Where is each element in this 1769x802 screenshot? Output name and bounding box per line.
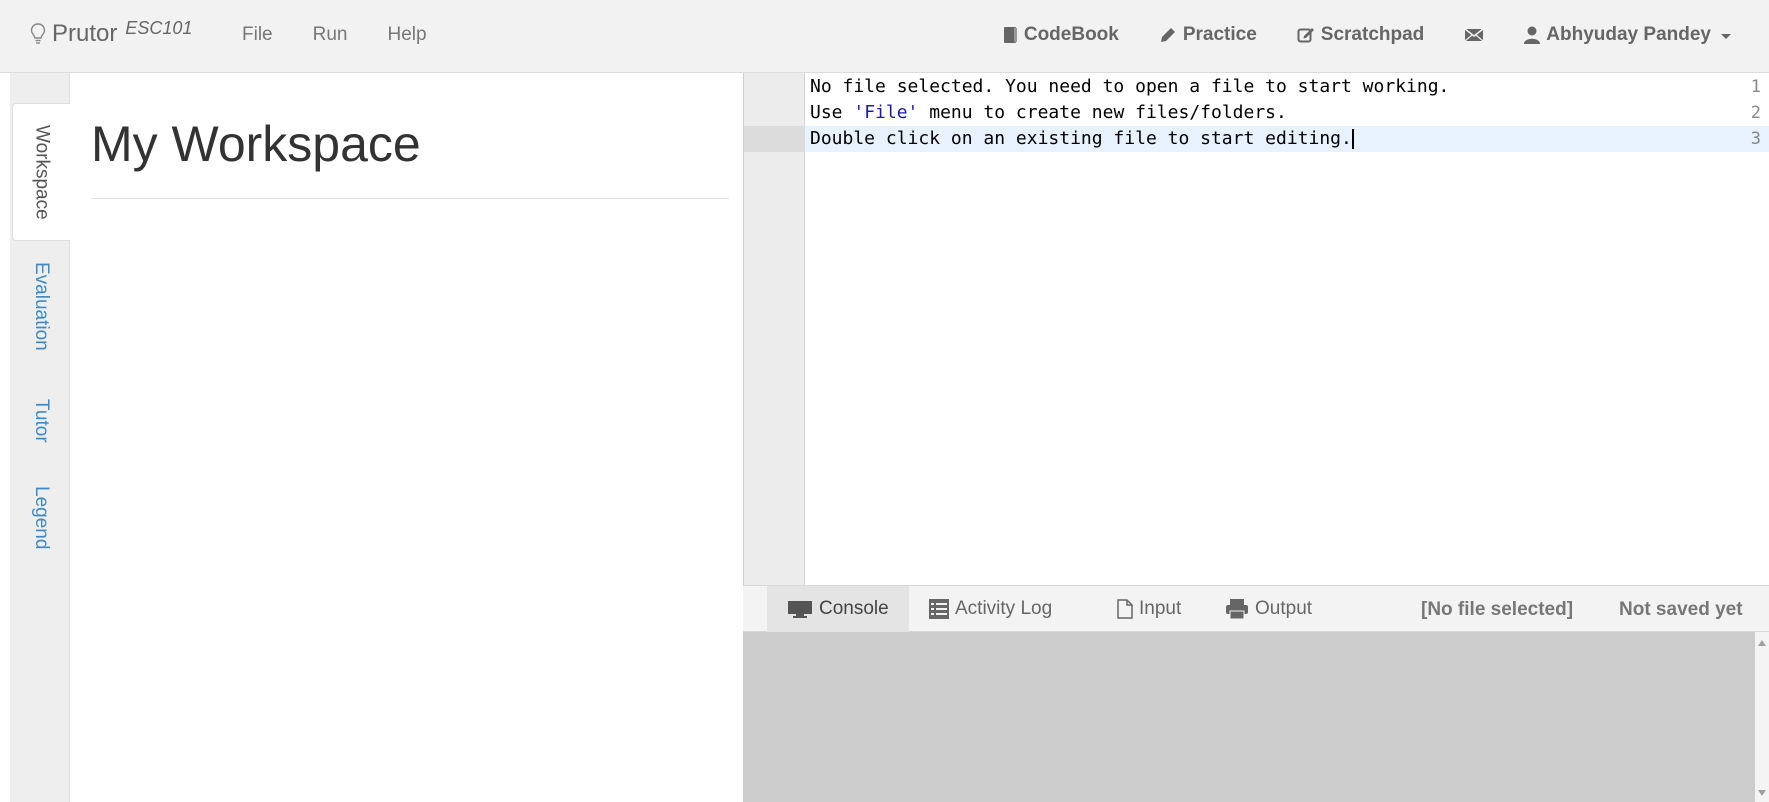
scratchpad-label: Scratchpad: [1320, 24, 1425, 45]
scroll-down-arrow-icon[interactable]: [1758, 790, 1766, 796]
tab-legend-label: Legend: [31, 486, 52, 550]
tab-activity-log[interactable]: Activity Log: [909, 586, 1072, 632]
console-scrollbar[interactable]: [1755, 632, 1769, 802]
bottom-panel-tabs: Console Activity Log Input Output [No fi…: [743, 585, 1769, 632]
tab-tutor[interactable]: Tutor: [12, 391, 70, 451]
pencil-icon: [1160, 28, 1175, 42]
tab-activity-log-label: Activity Log: [955, 598, 1053, 619]
code-line-3[interactable]: Double click on an existing file to star…: [810, 126, 1354, 152]
top-navbar: Prutor ESC101 File Run Help CodeBook Pra…: [0, 0, 1769, 73]
code-text: Double click on an existing file to star…: [810, 128, 1352, 149]
code-line-2[interactable]: Use 'File' menu to create new files/fold…: [810, 100, 1287, 126]
brand[interactable]: Prutor ESC101: [30, 18, 193, 48]
list-icon: [929, 599, 949, 619]
tab-console[interactable]: Console: [767, 586, 909, 632]
main-menu: File Run Help: [242, 24, 467, 46]
tab-evaluation-label: Evaluation: [31, 261, 52, 351]
tab-input-label: Input: [1139, 598, 1182, 619]
workspace-panel: My Workspace: [71, 73, 743, 802]
tab-console-label: Console: [819, 598, 889, 619]
tab-workspace-label: Workspace: [31, 124, 53, 220]
lightbulb-icon: [30, 23, 46, 44]
tab-legend[interactable]: Legend: [12, 473, 70, 563]
line-number: 2: [1750, 103, 1761, 123]
user-menu[interactable]: Abhyuday Pandey: [1524, 24, 1731, 46]
scratchpad-link[interactable]: Scratchpad: [1297, 24, 1424, 46]
file-icon: [1117, 599, 1133, 619]
text-cursor: [1351, 129, 1354, 149]
console-output[interactable]: [743, 632, 1755, 802]
book-icon: [1003, 27, 1017, 43]
divider: [91, 198, 729, 199]
user-name: Abhyuday Pandey: [1546, 24, 1711, 45]
printer-icon: [1226, 599, 1248, 620]
edit-icon: [1297, 28, 1314, 43]
line-number: 3: [1750, 129, 1761, 149]
menu-run[interactable]: Run: [313, 24, 348, 46]
scroll-up-arrow-icon[interactable]: [1758, 640, 1766, 646]
active-gutter-line: [744, 126, 805, 152]
code-text: Use: [810, 102, 854, 123]
line-number: 1: [1750, 77, 1761, 97]
tab-evaluation[interactable]: Evaluation: [12, 251, 70, 361]
codebook-link[interactable]: CodeBook: [1003, 24, 1119, 46]
nav-right: CodeBook Practice Scratchpad Abhyuday Pa…: [963, 24, 1731, 46]
tab-input[interactable]: Input: [1097, 586, 1201, 632]
codebook-label: CodeBook: [1023, 24, 1119, 45]
user-icon: [1524, 26, 1541, 44]
monitor-icon: [788, 601, 812, 618]
envelope-icon: [1464, 28, 1484, 42]
menu-file[interactable]: File: [242, 24, 273, 46]
practice-link[interactable]: Practice: [1159, 24, 1257, 46]
page-title: My Workspace: [91, 116, 421, 172]
code-line-1[interactable]: No file selected. You need to open a fil…: [810, 74, 1449, 100]
file-status: [No file selected]: [1421, 599, 1574, 620]
code-text: menu to create new files/folders.: [918, 102, 1287, 123]
chevron-down-icon: [1721, 34, 1731, 39]
brand-name: Prutor: [52, 20, 118, 47]
messages-link[interactable]: [1464, 27, 1484, 43]
side-tab-strip: Workspace Evaluation Tutor Legend: [10, 73, 70, 802]
save-status: Not saved yet: [1619, 599, 1743, 620]
tab-workspace[interactable]: Workspace: [12, 103, 70, 241]
practice-label: Practice: [1182, 24, 1257, 45]
tab-tutor-label: Tutor: [31, 399, 52, 443]
code-string: 'File': [853, 102, 919, 123]
menu-help[interactable]: Help: [387, 24, 426, 46]
tab-output-label: Output: [1255, 598, 1313, 619]
brand-course: ESC101: [125, 18, 193, 38]
code-editor[interactable]: 1 2 3 No file selected. You need to open…: [743, 73, 1769, 585]
tab-output[interactable]: Output: [1205, 586, 1332, 632]
